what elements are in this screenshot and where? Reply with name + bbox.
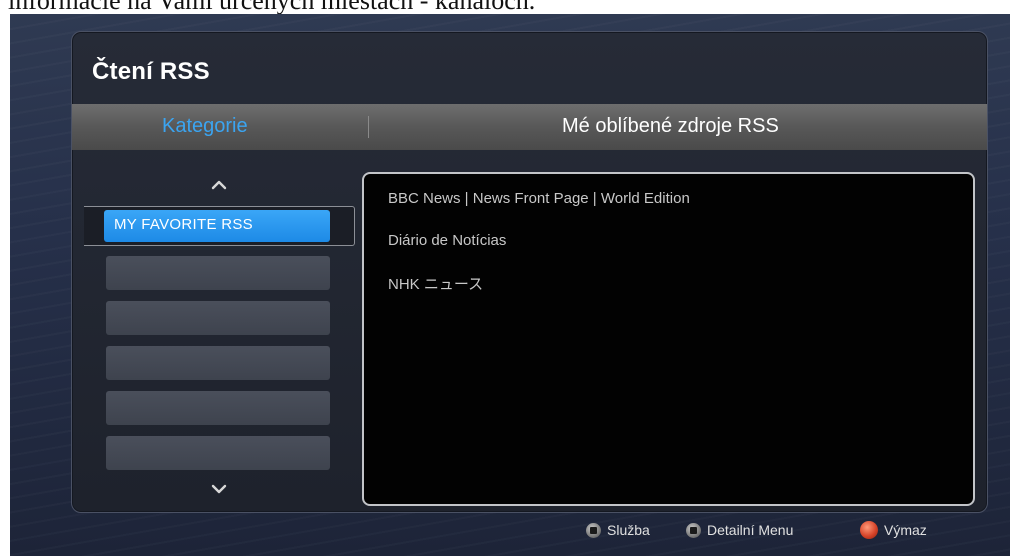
footer-detail-menu-hint[interactable]: Detailní Menu (686, 519, 793, 541)
chevron-up-icon[interactable] (210, 176, 228, 194)
page-title: Čtení RSS (92, 58, 210, 85)
tv-screen: Čtení RSS Kategorie Mé oblíbené zdroje R… (10, 14, 1010, 556)
red-button-icon (860, 521, 878, 539)
grey-button-icon (686, 522, 701, 538)
footer-service-hint[interactable]: Služba (586, 519, 650, 541)
category-item-empty[interactable] (106, 391, 330, 425)
category-item-empty[interactable] (106, 301, 330, 335)
favorite-feeds-header: Mé oblíbené zdroje RSS (562, 115, 779, 137)
categories-header: Kategorie (162, 115, 248, 137)
service-label: Služba (607, 522, 650, 538)
rss-reader-panel: Čtení RSS Kategorie Mé oblíbené zdroje R… (71, 31, 988, 513)
category-item-empty[interactable] (106, 436, 330, 470)
detail-menu-label: Detailní Menu (707, 522, 794, 538)
feed-item[interactable]: BBC News | News Front Page | World Editi… (388, 190, 690, 207)
category-item-empty[interactable] (106, 256, 330, 290)
footer-delete-hint[interactable]: Výmaz (860, 519, 927, 541)
category-item-empty[interactable] (106, 346, 330, 380)
header-divider (368, 116, 369, 138)
column-header-bar: Kategorie Mé oblíbené zdroje RSS (72, 104, 987, 150)
feed-list: BBC News | News Front Page | World Editi… (362, 172, 975, 506)
chevron-down-icon[interactable] (210, 480, 228, 498)
feed-item[interactable]: NHK ニュース (388, 273, 483, 294)
delete-label: Výmaz (884, 522, 927, 538)
category-item-my-favorite-rss[interactable]: MY FAVORITE RSS (84, 206, 355, 246)
grey-button-icon (586, 522, 601, 538)
feed-item[interactable]: Diário de Notícias (388, 232, 506, 249)
category-item-label: MY FAVORITE RSS (114, 216, 253, 233)
